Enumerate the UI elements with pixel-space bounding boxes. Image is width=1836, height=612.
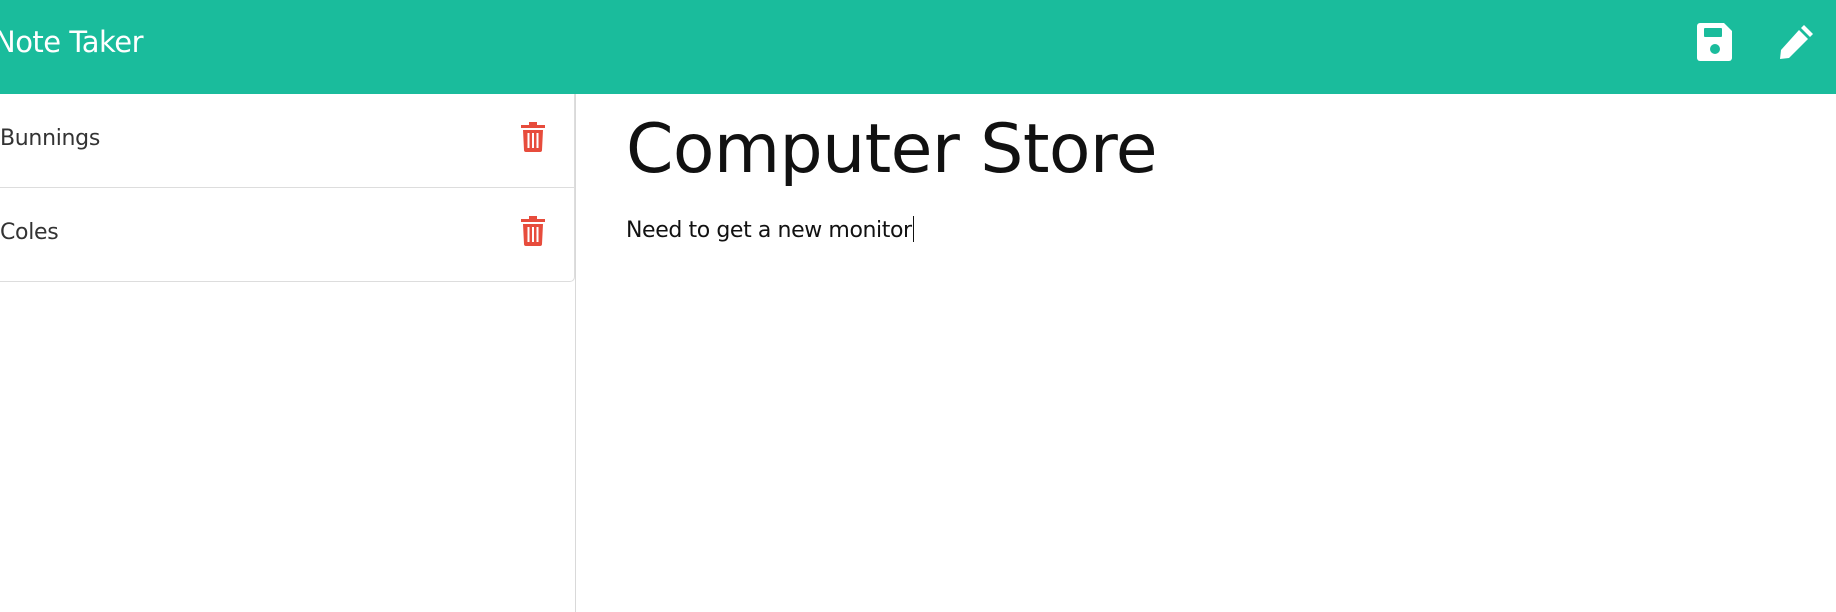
note-text-textarea[interactable]: Need to get a new monitor xyxy=(626,216,915,244)
text-cursor xyxy=(912,216,915,242)
note-editor: Computer Store Need to get a new monitor xyxy=(626,94,1806,612)
note-text[interactable]: Need to get a new monitor xyxy=(626,218,912,243)
pencil-icon[interactable] xyxy=(1777,20,1817,62)
app-title[interactable]: Note Taker xyxy=(0,24,144,60)
list-item[interactable]: Coles xyxy=(0,188,575,282)
note-title-input[interactable]: Computer Store xyxy=(626,114,1158,186)
note-label[interactable]: Bunnings xyxy=(0,126,100,152)
save-icon[interactable] xyxy=(1695,20,1735,62)
list-item[interactable]: Bunnings xyxy=(0,94,575,188)
note-label[interactable]: Coles xyxy=(0,220,59,246)
navbar: Note Taker xyxy=(0,0,1836,94)
trash-icon[interactable] xyxy=(519,216,547,246)
notes-sidebar: Bunnings Coles xyxy=(0,94,576,612)
trash-icon[interactable] xyxy=(519,122,547,152)
